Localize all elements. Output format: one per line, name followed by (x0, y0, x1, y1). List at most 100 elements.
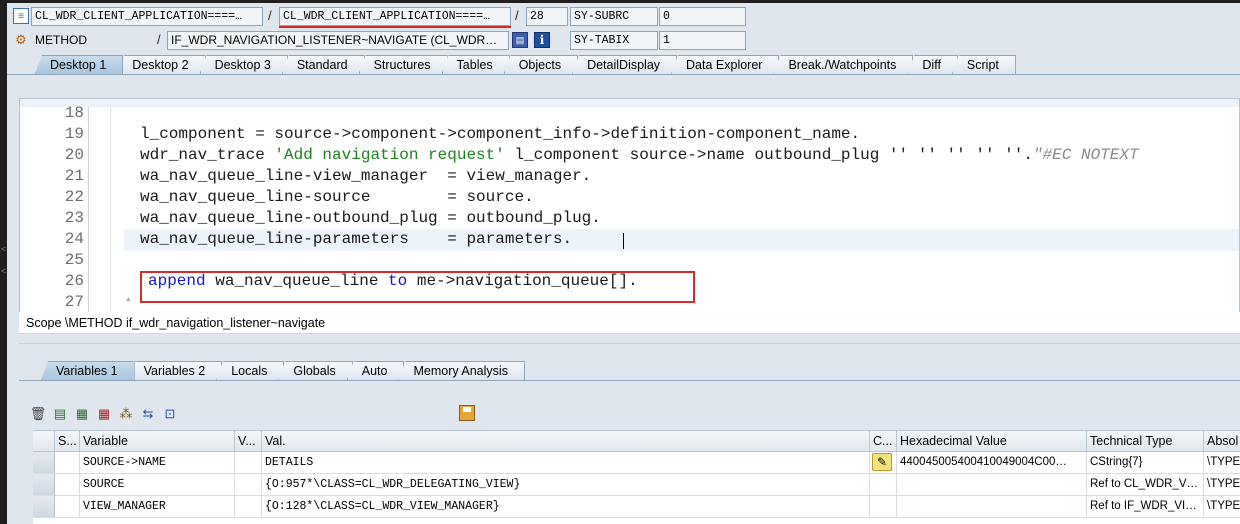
code-comment: "#EC NOTEXT (1032, 146, 1139, 164)
status-cell (55, 496, 80, 518)
row-selector[interactable] (33, 496, 55, 518)
line-number: 21 (64, 167, 84, 185)
change-cell[interactable]: ✎ (870, 452, 897, 474)
type-cell: Ref to CL_WDR_V… (1087, 474, 1204, 496)
line-number: 25 (64, 251, 84, 269)
column-header-status[interactable]: S... (55, 431, 80, 452)
tab-locals[interactable]: Locals (216, 361, 285, 380)
v-cell (235, 452, 262, 474)
row-selector[interactable] (33, 452, 55, 474)
type-cell: CString{7} (1087, 452, 1204, 474)
column-header-hex[interactable]: Hexadecimal Value (897, 431, 1087, 452)
column-header-value[interactable]: Val. (262, 431, 870, 452)
code-line-19[interactable]: l_component = source->component->compone… (140, 125, 860, 143)
v-cell (235, 496, 262, 518)
code-text: wdr_nav_trace (140, 146, 275, 164)
event-type-field: METHOD (35, 33, 87, 47)
type-cell: Ref to IF_WDR_VI… (1087, 496, 1204, 518)
tab-memory-analysis[interactable]: Memory Analysis (398, 361, 525, 380)
statement-highlight-box (140, 271, 695, 303)
tab-globals[interactable]: Globals (278, 361, 353, 380)
tab-divider (19, 380, 1240, 381)
delete-icon[interactable]: 🗑 (27, 404, 49, 424)
settings-icon[interactable]: ⊡ (159, 404, 181, 424)
variable-cell[interactable]: VIEW_MANAGER (80, 496, 235, 518)
variable-cell[interactable]: SOURCE->NAME (80, 452, 235, 474)
value-cell[interactable]: {O:957*\CLASS=CL_WDR_DELEGATING_VIEW} (262, 474, 870, 496)
import-icon[interactable]: ▦ (71, 404, 93, 424)
line-number: 23 (64, 209, 84, 227)
tab-desktop-1[interactable]: Desktop 1 (35, 55, 124, 74)
tab-detaildisplay[interactable]: DetailDisplay (572, 55, 678, 74)
code-text: l_component source->name outbound_plug '… (504, 146, 1033, 164)
row-selector[interactable] (33, 474, 55, 496)
line-number: 22 (64, 188, 84, 206)
editor-ruler (20, 99, 1239, 107)
separator: / (157, 32, 161, 47)
value-cell[interactable]: DETAILS (262, 452, 870, 474)
tab-variables-2[interactable]: Variables 2 (128, 361, 223, 380)
sy-field-name-1[interactable]: SY-SUBRC (570, 7, 658, 26)
edit-pencil-icon[interactable]: ✎ (872, 453, 892, 471)
variables-table: S... Variable V... Val. C... Hexadecimal… (33, 430, 1240, 524)
include-field[interactable]: CL_WDR_CLIENT_APPLICATION====… (279, 7, 511, 26)
save-icon[interactable] (459, 405, 475, 421)
value-cell[interactable]: {O:128*\CLASS=CL_WDR_VIEW_MANAGER} (262, 496, 870, 518)
hex-cell (897, 496, 1087, 518)
code-line-24[interactable]: wa_nav_queue_line-parameters = parameter… (140, 230, 572, 248)
method-icon: ⚙ (15, 32, 27, 47)
export-icon[interactable]: ▦ (93, 404, 115, 424)
code-line-20[interactable]: wdr_nav_trace 'Add navigation request' l… (140, 146, 1139, 164)
scope-bar: Scope \METHOD if_wdr_navigation_listener… (19, 312, 1240, 334)
tab-standard[interactable]: Standard (281, 55, 365, 74)
tab-script[interactable]: Script (951, 55, 1016, 74)
line-number: 27 (64, 293, 84, 311)
header-row-program: ≡ CL_WDR_CLIENT_APPLICATION====… / CL_WD… (7, 5, 1240, 28)
sy-field-value-1[interactable]: 0 (659, 7, 746, 26)
column-header-variable[interactable]: Variable (80, 431, 235, 452)
line-number: 26 (64, 272, 84, 290)
code-editor[interactable]: 18 19 20 21 22 23 24 25 26 27 l_componen… (19, 98, 1240, 313)
header-row-event: ⚙ METHOD / IF_WDR_NAVIGATION_LISTENER~NA… (7, 29, 1240, 51)
info-icon[interactable]: i (534, 32, 550, 48)
code-line-23[interactable]: wa_nav_queue_line-outbound_plug = outbou… (140, 209, 601, 227)
status-cell (55, 474, 80, 496)
column-header-change[interactable]: C... (870, 431, 897, 452)
tab-auto[interactable]: Auto (346, 361, 405, 380)
splitter-handle[interactable]: < < (0, 230, 6, 290)
column-header-absolute[interactable]: Absol (1204, 431, 1240, 452)
column-header-type[interactable]: Technical Type (1087, 431, 1204, 452)
change-cell (870, 496, 897, 518)
tab-variables-1[interactable]: Variables 1 (41, 361, 135, 380)
tab-objects[interactable]: Objects (503, 55, 579, 74)
insert-row-icon[interactable]: ▤ (49, 404, 71, 424)
sy-field-name-2[interactable]: SY-TABIX (570, 31, 658, 50)
hex-cell: 440045005400410049004C00… (897, 452, 1087, 474)
column-header-v[interactable]: V... (235, 431, 262, 452)
text-caret (623, 233, 624, 249)
code-line-21[interactable]: wa_nav_queue_line-view_manager = view_ma… (140, 167, 591, 185)
event-name-field[interactable]: IF_WDR_NAVIGATION_LISTENER~NAVIGATE (CL_… (167, 31, 509, 50)
tree-icon[interactable]: ⁂ (115, 404, 137, 424)
tab-data-explorer[interactable]: Data Explorer (671, 55, 780, 74)
tab-break-watchpoints[interactable]: Break./Watchpoints (773, 55, 914, 74)
tab-tables[interactable]: Tables (441, 55, 510, 74)
source-display-icon[interactable]: ▤ (512, 32, 528, 48)
separator: / (268, 8, 272, 23)
breakpoint-column-divider (110, 107, 111, 312)
source-code-icon[interactable]: ≡ (13, 8, 29, 24)
tab-structures[interactable]: Structures (358, 55, 448, 74)
tab-diff[interactable]: Diff (907, 55, 958, 74)
line-number: 20 (64, 146, 84, 164)
code-line-22[interactable]: wa_nav_queue_line-source = source. (140, 188, 534, 206)
tab-desktop-3[interactable]: Desktop 3 (199, 55, 288, 74)
tab-desktop-2[interactable]: Desktop 2 (117, 55, 206, 74)
program-field[interactable]: CL_WDR_CLIENT_APPLICATION====… (31, 7, 263, 26)
variable-cell[interactable]: SOURCE (80, 474, 235, 496)
navigate-icon[interactable]: ⇆ (137, 404, 159, 424)
sy-field-value-2[interactable]: 1 (659, 31, 746, 50)
line-number-field[interactable]: 28 (526, 7, 568, 26)
variables-toolbar: 🗑 ▤ ▦ ▦ ⁂ ⇆ ⊡ (27, 404, 181, 424)
debugger-window: ≡ CL_WDR_CLIENT_APPLICATION====… / CL_WD… (7, 3, 1240, 524)
variables-tab-strip: Variables 1 Variables 2 Locals Globals Auto M… (41, 361, 525, 380)
